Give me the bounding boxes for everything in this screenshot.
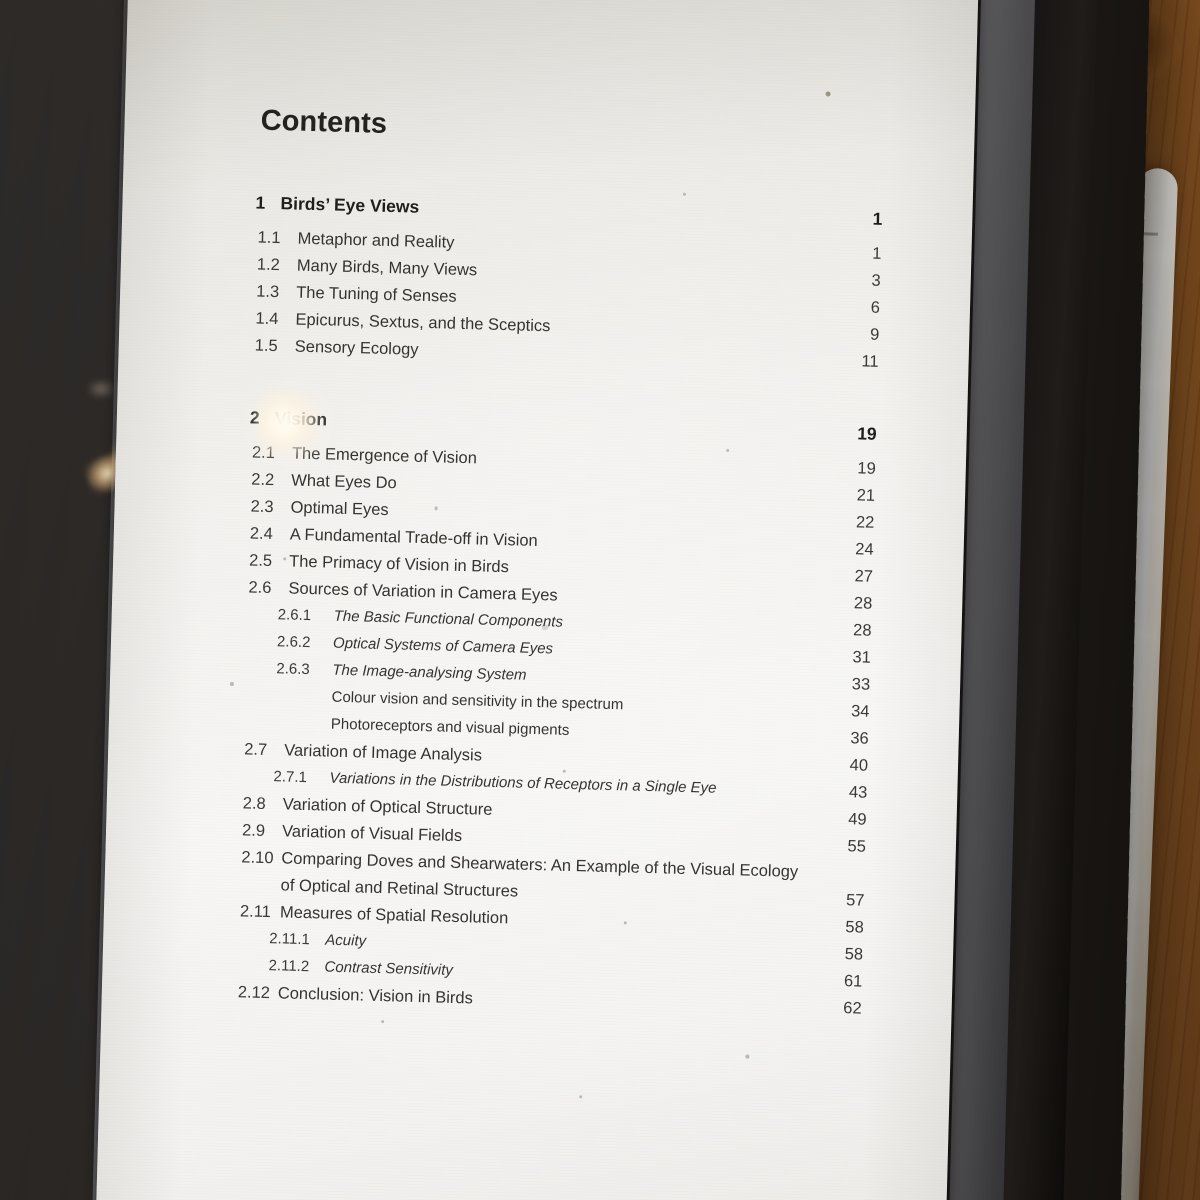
toc-entry-page-number: 62 xyxy=(843,999,862,1018)
toc-entry-page-number: 21 xyxy=(856,486,876,505)
toc-entry-page-number: 24 xyxy=(855,540,874,559)
toc-entry-title: The Tuning of Senses xyxy=(295,283,457,306)
toc-entry-page-number: 31 xyxy=(852,648,872,667)
toc-entry-number: 1.1 xyxy=(257,228,281,248)
table-of-contents: Contents 1 Birds’ Eye Views 1 1.1 Metaphor a… xyxy=(95,0,978,1200)
toc-entry-number: 2.6.3 xyxy=(276,660,310,679)
toc-entry-number: 2.7.1 xyxy=(273,768,308,787)
toc-entry-title: Variation of Image Analysis xyxy=(283,741,483,765)
toc-entry-title: Many Birds, Many Views xyxy=(296,256,478,280)
page-title: Contents xyxy=(260,104,388,140)
toc-entry-title: Metaphor and Reality xyxy=(297,229,455,252)
toc-entry-number: 1.4 xyxy=(255,309,279,329)
toc-entry-page-number: 43 xyxy=(848,783,868,802)
toc-entry-number: 2.6.2 xyxy=(276,633,311,652)
toc-entry-number: 2.10 xyxy=(241,848,274,868)
toc-entry-title: The Emergence of Vision xyxy=(291,444,478,468)
toc-entry-page-number: 3 xyxy=(871,271,881,290)
toc-entry-page-number: 22 xyxy=(855,513,875,532)
toc-entry-number: 2.8 xyxy=(242,794,266,813)
toc-entry-page-number: 1 xyxy=(872,208,883,229)
toc-entry-title: Sensory Ecology xyxy=(294,337,419,359)
toc-entry-page-number: 49 xyxy=(848,810,867,829)
toc-entry-number: 2.6.1 xyxy=(277,606,312,625)
toc-entry-page-number: 11 xyxy=(861,352,879,371)
toc-entry-page-number: 28 xyxy=(853,594,873,613)
toc-entry-number: 2.2 xyxy=(251,470,275,490)
toc-entry-number: 2.3 xyxy=(250,497,274,517)
toc-entry-number: 2.11 xyxy=(239,902,272,922)
toc-entry-title: What Eyes Do xyxy=(291,471,397,493)
toc-entry-page-number: 33 xyxy=(851,675,871,694)
toc-entry-title: Conclusion: Vision in Birds xyxy=(277,984,474,1008)
toc-entry-number: 2.12 xyxy=(237,983,271,1003)
toc-entry-page-number: 6 xyxy=(870,298,881,317)
toc-entry-page-number: 55 xyxy=(847,837,867,856)
toc-entry-page-number: 36 xyxy=(850,729,869,748)
toc-entry-number: 2.7 xyxy=(243,740,268,759)
toc-entry-page-number: 9 xyxy=(869,325,880,344)
toc-entry-page-number: 40 xyxy=(849,756,869,775)
toc-entry-page-number: 58 xyxy=(845,918,865,937)
toc-entry-number: 2.11.2 xyxy=(268,957,310,976)
toc-entry-number: 2.9 xyxy=(241,821,266,840)
toc-entry-number: 1.5 xyxy=(254,336,278,356)
toc-entry-title: Contrast Sensitivity xyxy=(324,958,454,979)
toc-entry-page-number: 57 xyxy=(845,891,865,910)
toc-entry-number: 1.2 xyxy=(256,255,281,275)
toc-entry-title: Acuity xyxy=(325,931,367,950)
toc-entry-number: 2.5 xyxy=(248,551,273,571)
toc-entry-title: Variation of Visual Fields xyxy=(281,822,463,846)
toc-entry-number: 1 xyxy=(255,192,266,213)
toc-entry-page-number: 1 xyxy=(871,244,882,263)
photo-scene: Contents 1 Birds’ Eye Views 1 1.1 Metaphor a… xyxy=(0,0,1200,1200)
toc-entry-page-number: 19 xyxy=(856,423,877,444)
toc-entry-page-number: 27 xyxy=(854,567,874,586)
toc-entry-number: 2.1 xyxy=(251,443,276,463)
toc-entry-page-number: 58 xyxy=(844,945,864,964)
toc-entry-number: 1.3 xyxy=(255,282,280,302)
lamp-glare-small xyxy=(88,380,114,398)
toc-entry-title: Birds’ Eye Views xyxy=(280,193,420,217)
toc-entry-page-number: 61 xyxy=(843,972,863,991)
toc-entry-page-number: 19 xyxy=(857,459,877,478)
toc-entry-title: Vision xyxy=(274,408,328,430)
toc-entry-number: 2.4 xyxy=(249,524,274,544)
toc-entry-number: 2.11.1 xyxy=(269,930,311,949)
toc-entry-number: 2.6 xyxy=(248,578,272,598)
toc-entry-title: Optimal Eyes xyxy=(290,498,389,520)
toc-entry-number: 2 xyxy=(249,407,260,428)
toc-entry-page-number: 28 xyxy=(852,621,872,640)
toc-entry-page-number: 34 xyxy=(850,702,870,721)
